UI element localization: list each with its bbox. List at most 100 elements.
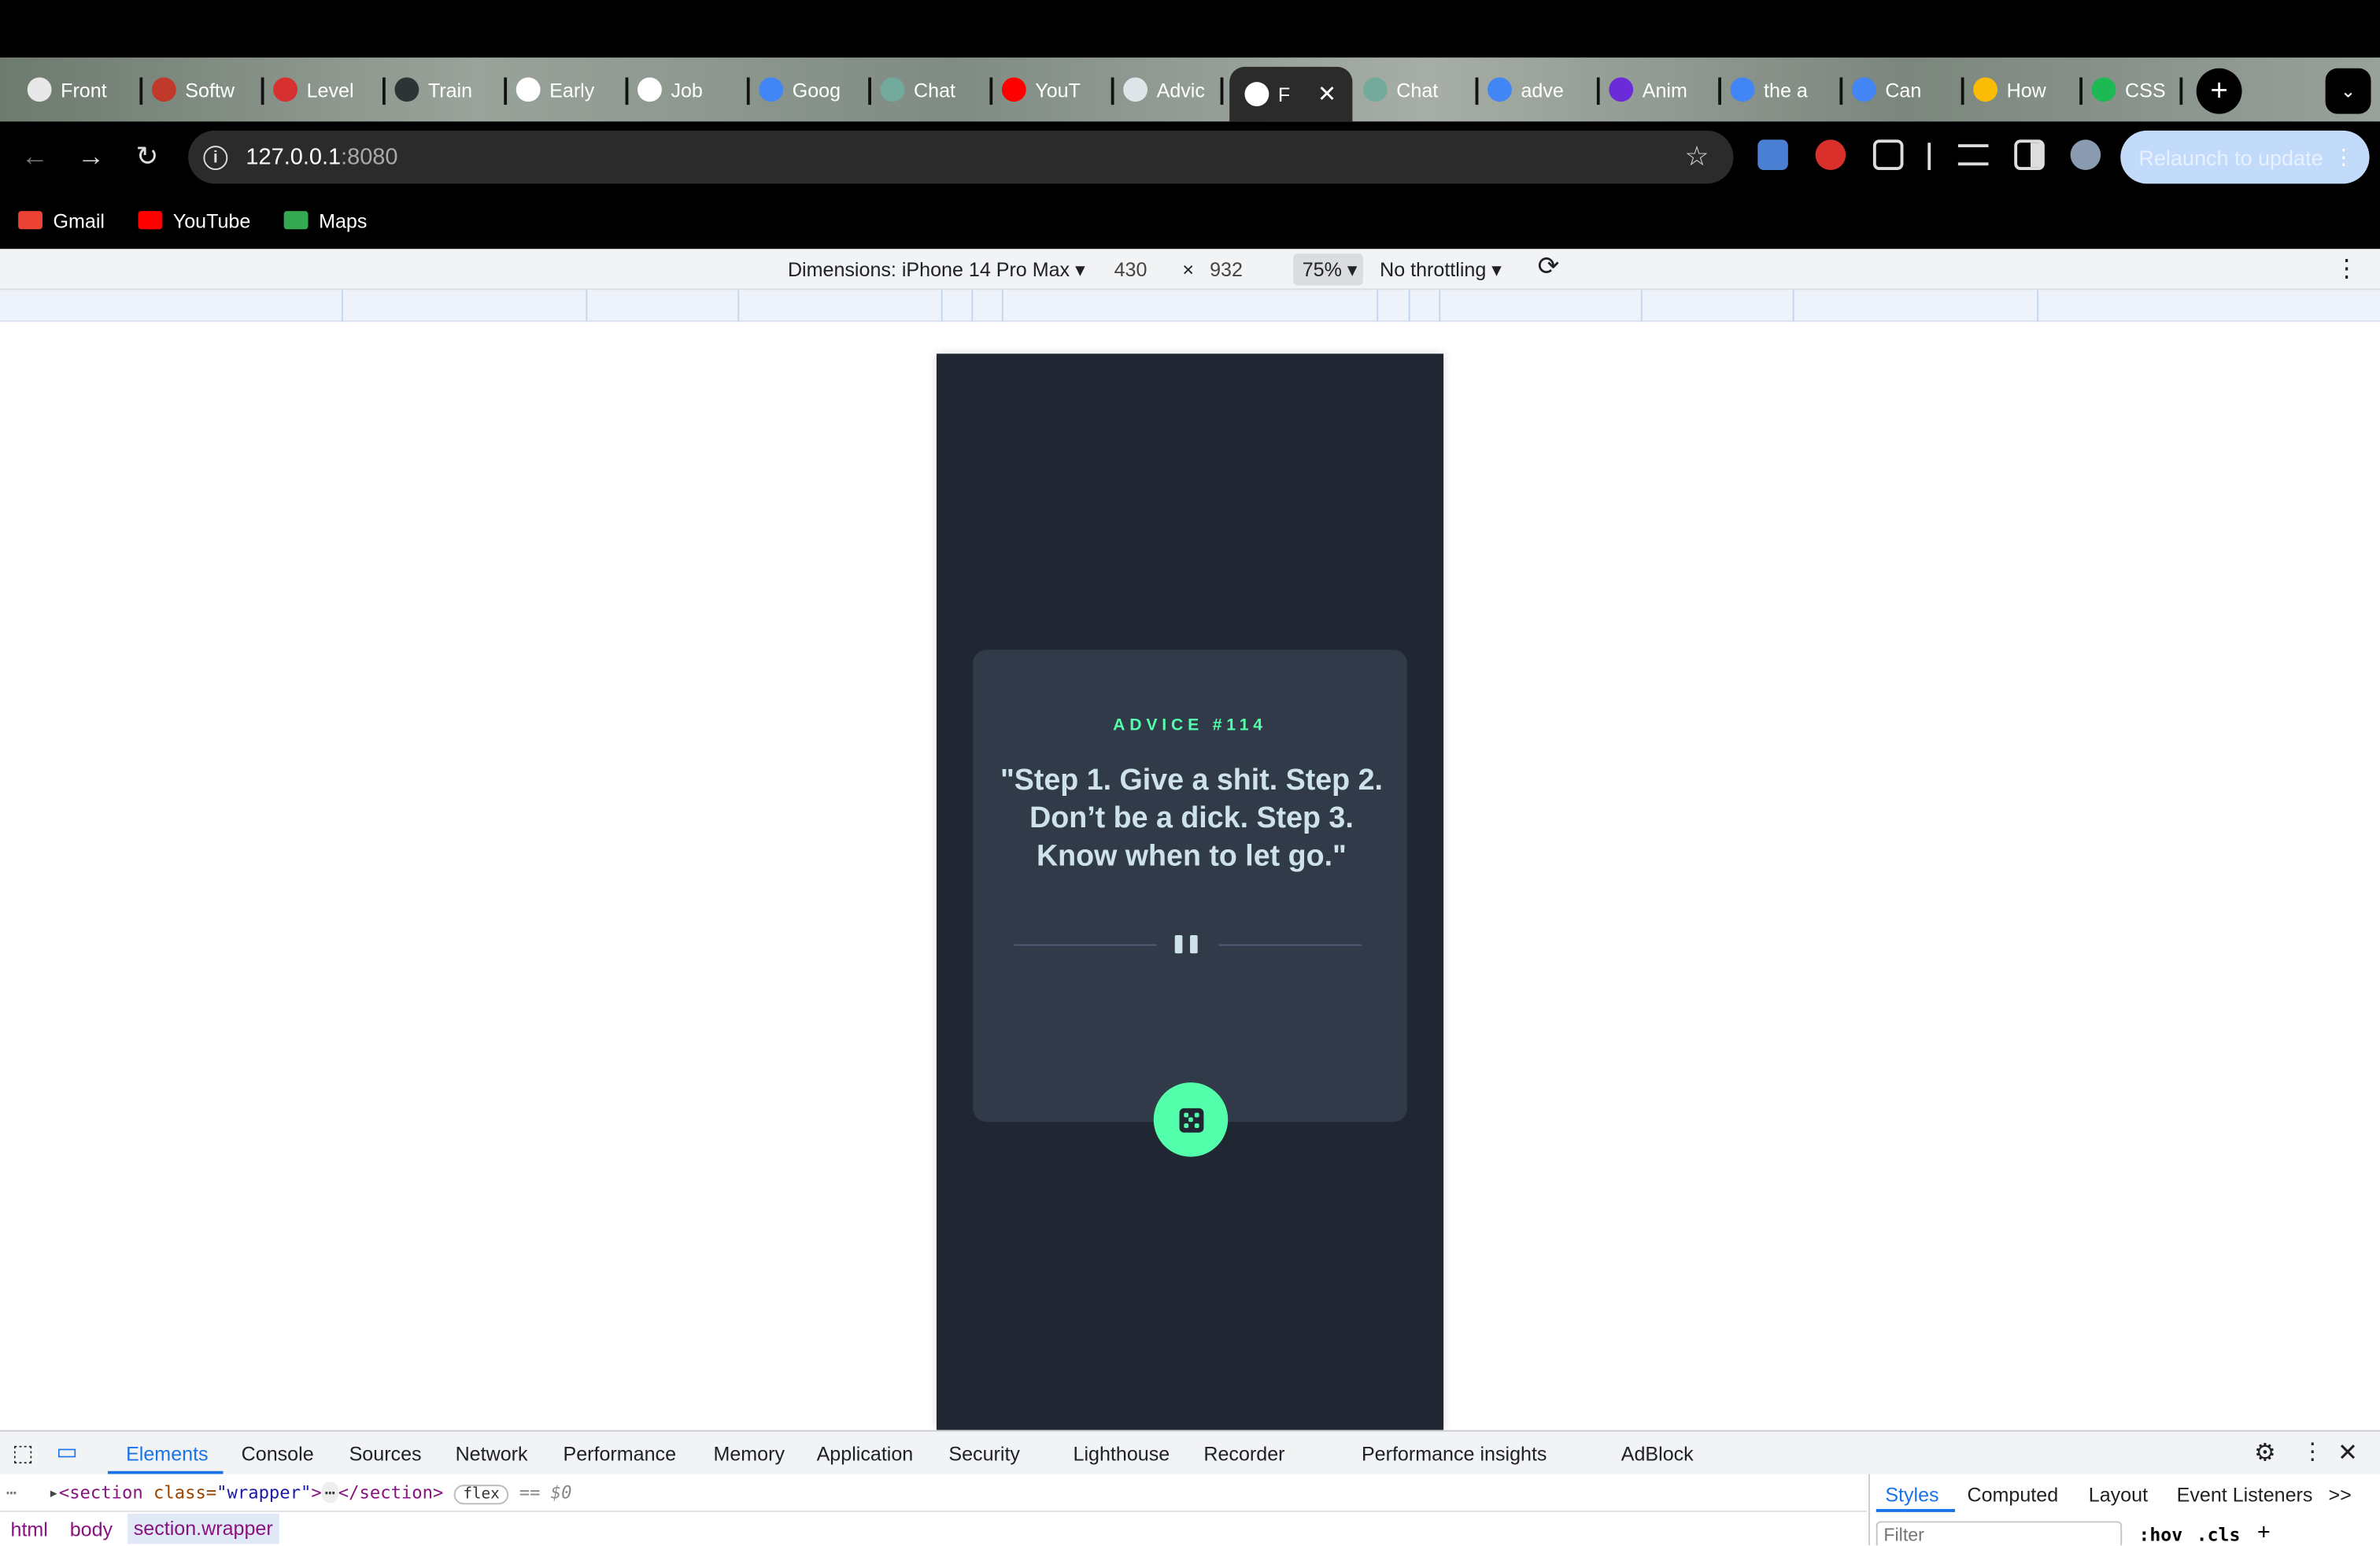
- devtools-tab-application[interactable]: Application: [817, 1442, 914, 1465]
- tab-14[interactable]: the a: [1730, 67, 1843, 113]
- flex-badge[interactable]: flex: [453, 1485, 509, 1505]
- devtools-tab-adblock[interactable]: AdBlock: [1621, 1442, 1694, 1465]
- tab-11[interactable]: Chat: [1362, 67, 1479, 113]
- devtools-tab-lighthouse[interactable]: Lighthouse: [1074, 1442, 1170, 1465]
- translate-extension-icon[interactable]: [1757, 139, 1788, 171]
- devtools-more-icon[interactable]: ⋮: [2301, 1437, 2324, 1465]
- zoom-select[interactable]: 75% ▾: [1303, 258, 1358, 283]
- reload-button[interactable]: ↻: [131, 139, 164, 172]
- breadcrumb-section[interactable]: section.wrapper: [128, 1513, 279, 1544]
- device-height-input[interactable]: 932: [1210, 258, 1243, 281]
- devtools-tab-performance-insights[interactable]: Performance insights: [1362, 1442, 1547, 1465]
- tab-16[interactable]: How: [1973, 67, 2083, 113]
- inspect-element-icon[interactable]: ⬚: [12, 1439, 33, 1466]
- dom-tree-line[interactable]: ⋯ ▸<section class="wrapper"> ⋯ </section> …: [0, 1481, 572, 1505]
- tab-17[interactable]: CSS: [2091, 67, 2183, 113]
- gmail-icon: [18, 211, 43, 230]
- forward-button[interactable]: →: [75, 139, 108, 172]
- styles-filter-input[interactable]: [1876, 1521, 2123, 1546]
- tab-13[interactable]: Anim: [1609, 67, 1722, 113]
- tab-4[interactable]: Early: [516, 67, 629, 113]
- address-bar[interactable]: i 127.0.0.1:8080 ☆: [188, 130, 1734, 184]
- hov-toggle[interactable]: :hov: [2138, 1524, 2182, 1545]
- bookmark-maps[interactable]: Maps: [283, 209, 367, 231]
- devtools-tab-recorder[interactable]: Recorder: [1203, 1442, 1284, 1465]
- adblock-extension-icon[interactable]: [1815, 139, 1846, 171]
- new-tab-button[interactable]: +: [2196, 68, 2242, 114]
- advice-quote: "Step 1. Give a shit. Step 2. Don’t be a…: [1000, 764, 1383, 873]
- tab-15[interactable]: Can: [1851, 67, 1964, 113]
- device-width-input[interactable]: 430: [1114, 258, 1148, 281]
- tab-computed[interactable]: Computed: [1967, 1483, 2058, 1506]
- extensions-puzzle-icon[interactable]: [1872, 139, 1904, 171]
- device-dimensions-select[interactable]: Dimensions: iPhone 14 Pro Max ▾: [788, 258, 1085, 283]
- bookmark-gmail[interactable]: Gmail: [18, 209, 105, 231]
- url-text[interactable]: 127.0.0.1:8080: [246, 144, 397, 170]
- tab-9[interactable]: Advic: [1123, 67, 1224, 113]
- more-vert-icon[interactable]: ⋮: [2333, 144, 2354, 170]
- device-toolbar-more-icon[interactable]: ⋮: [2334, 253, 2359, 284]
- tab-8[interactable]: YouT: [1001, 67, 1114, 113]
- dice-icon: [1178, 1107, 1203, 1132]
- tab-favicon-icon: [1362, 77, 1388, 102]
- bookmark-label: Gmail: [53, 209, 105, 232]
- add-rule-icon[interactable]: +: [2257, 1520, 2271, 1546]
- cls-toggle[interactable]: .cls: [2197, 1524, 2241, 1545]
- close-devtools-icon[interactable]: ✕: [2338, 1437, 2358, 1468]
- tab-favicon-icon: [1001, 77, 1026, 102]
- rotate-icon[interactable]: ⟳: [1538, 252, 1559, 283]
- devtools-tab-sources[interactable]: Sources: [349, 1442, 422, 1465]
- divider-left: [1014, 944, 1157, 946]
- url-port: :8080: [341, 144, 398, 171]
- tab-label: Can: [1885, 78, 1922, 102]
- tab-7[interactable]: Chat: [880, 67, 993, 113]
- media-query-ruler[interactable]: [0, 290, 2380, 322]
- device-toggle-icon[interactable]: ▭: [56, 1437, 77, 1465]
- tab-label: Level: [306, 78, 354, 102]
- side-panel-icon[interactable]: [2014, 139, 2045, 171]
- devtools-tab-performance[interactable]: Performance: [564, 1442, 677, 1465]
- breadcrumb-body[interactable]: body: [70, 1518, 113, 1541]
- tab-3[interactable]: Train: [394, 67, 508, 113]
- throttling-select[interactable]: No throttling ▾: [1380, 258, 1502, 283]
- tab-12[interactable]: adve: [1488, 67, 1600, 113]
- tab-6[interactable]: Goog: [759, 67, 872, 113]
- tab-styles[interactable]: Styles: [1885, 1483, 1938, 1506]
- tab-10[interactable]: F ✕: [1229, 66, 1352, 122]
- tab-search-button[interactable]: ⌄: [2325, 68, 2371, 114]
- tab-1[interactable]: Softw: [151, 67, 264, 113]
- tab-2[interactable]: Level: [273, 67, 386, 113]
- devtools-tab-network[interactable]: Network: [456, 1442, 528, 1465]
- device-screen: ADVICE #114 "Step 1. Give a shit. Step 2…: [936, 353, 1444, 1430]
- tab-label: How: [2006, 78, 2046, 102]
- breadcrumb-html[interactable]: html: [11, 1518, 48, 1541]
- bookmark-youtube[interactable]: YouTube: [138, 209, 250, 231]
- tab-0[interactable]: Front: [27, 67, 143, 113]
- media-controls-icon[interactable]: [1957, 144, 1989, 166]
- toolbar: ← → ↻ i 127.0.0.1:8080 ☆ Relaunch to upd…: [0, 121, 2380, 192]
- tab-5[interactable]: Job: [638, 67, 750, 113]
- settings-gear-icon[interactable]: ⚙: [2254, 1437, 2276, 1468]
- new-advice-button[interactable]: [1153, 1082, 1229, 1157]
- collapsed-ellipsis[interactable]: ⋯: [321, 1481, 338, 1503]
- back-button[interactable]: ←: [18, 139, 51, 172]
- more-tabs-chevron[interactable]: >>: [2328, 1483, 2351, 1506]
- reload-icon: ↻: [135, 140, 159, 171]
- close-tab-icon[interactable]: ✕: [1318, 80, 1336, 108]
- devtools-tab-console[interactable]: Console: [242, 1442, 314, 1465]
- bookmark-star-icon[interactable]: ☆: [1684, 141, 1709, 173]
- tab-layout[interactable]: Layout: [2089, 1483, 2148, 1506]
- tab-label: Softw: [185, 78, 235, 102]
- device-toolbar: Dimensions: iPhone 14 Pro Max ▾ 430 × 93…: [0, 249, 2380, 290]
- devtools-tab-elements[interactable]: Elements: [126, 1442, 209, 1465]
- tab-favicon-icon: [1730, 77, 1755, 102]
- devtools-tab-memory[interactable]: Memory: [713, 1442, 785, 1465]
- devtools-tab-security[interactable]: Security: [948, 1442, 1020, 1465]
- tab-event-listeners[interactable]: Event Listeners: [2177, 1483, 2313, 1506]
- relaunch-button[interactable]: Relaunch to update ⋮: [2120, 130, 2370, 184]
- avatar[interactable]: [2070, 139, 2101, 171]
- tab-favicon-icon: [1851, 77, 1876, 102]
- tab-favicon-icon: [516, 77, 541, 102]
- tab-label: Job: [671, 78, 703, 102]
- site-info-icon[interactable]: i: [203, 145, 228, 170]
